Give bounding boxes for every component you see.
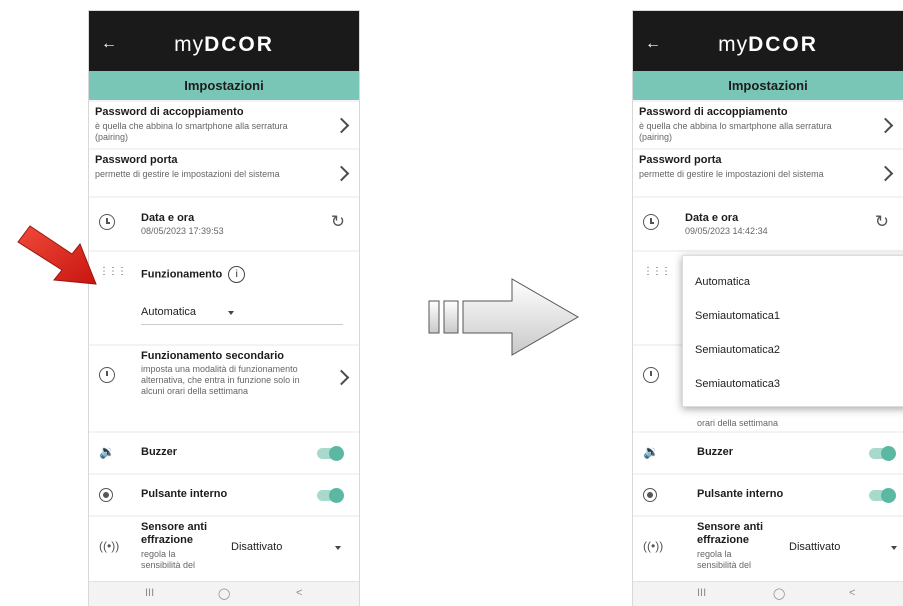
- pairing-password-desc: è quella che abbina lo smartphone alla s…: [95, 121, 288, 142]
- recent-apps-icon[interactable]: III: [145, 587, 154, 599]
- datetime-row: Data e ora 09/05/2023 14:42:34 ↻: [633, 198, 903, 250]
- chevron-right-icon: [877, 165, 894, 182]
- gray-arrow-icon: [428, 278, 580, 356]
- datetime-title: Data e ora: [685, 212, 739, 224]
- internal-button-label: Pulsante interno: [141, 488, 228, 500]
- clock-icon: [99, 214, 121, 236]
- chevron-down-icon: [891, 546, 897, 550]
- buzzer-row: 🔉 Buzzer: [633, 433, 903, 473]
- buzzer-toggle[interactable]: [317, 446, 344, 461]
- door-password-desc: permette di gestire le impostazioni del …: [95, 169, 280, 179]
- dropdown-option[interactable]: Semiautomatica3: [695, 378, 780, 390]
- home-icon[interactable]: ◯: [218, 587, 230, 600]
- app-bar: ← myDCOR: [89, 11, 359, 71]
- operation-select-value: Automatica: [141, 306, 197, 318]
- refresh-icon[interactable]: ↻: [875, 212, 889, 232]
- sensor-icon: ((•)): [99, 539, 120, 553]
- logo: myDCOR: [174, 33, 274, 56]
- secondary-operation-title: Funzionamento secondario: [141, 350, 285, 362]
- pairing-password-title: Password di accoppiamento: [95, 106, 244, 118]
- tamper-sensor-title: Sensore anti effrazione: [141, 521, 208, 546]
- internal-button-toggle[interactable]: [317, 488, 344, 503]
- internal-button-label: Pulsante interno: [697, 488, 784, 500]
- radio-icon: [99, 488, 121, 510]
- chevron-down-icon: [228, 311, 234, 315]
- door-password-title: Password porta: [639, 154, 722, 166]
- home-icon[interactable]: ◯: [773, 587, 785, 600]
- dropdown-option[interactable]: Semiautomatica1: [695, 310, 780, 322]
- pairing-password-row[interactable]: Password di accoppiamento è quella che a…: [633, 102, 903, 148]
- secondary-operation-desc: imposta una modalità di funzionamento al…: [141, 364, 300, 396]
- clock-icon: [643, 214, 665, 236]
- timer-icon: [99, 364, 121, 386]
- door-password-desc: permette di gestire le impostazioni del …: [639, 169, 824, 179]
- dropdown-option[interactable]: Automatica: [695, 276, 750, 288]
- info-icon[interactable]: i: [228, 266, 246, 283]
- buzzer-label: Buzzer: [141, 446, 178, 458]
- dots-icon: ⋮⋮⋮: [99, 266, 127, 277]
- tamper-sensor-row: ((•)) Sensore anti effrazione regola la …: [89, 517, 359, 583]
- door-password-title: Password porta: [95, 154, 178, 166]
- system-nav-bar: III ◯ <: [633, 581, 903, 606]
- operation-select[interactable]: Automatica: [141, 302, 343, 325]
- door-password-row[interactable]: Password porta permette di gestire le im…: [633, 150, 903, 196]
- internal-button-toggle[interactable]: [869, 488, 896, 503]
- nav-back-icon[interactable]: <: [849, 587, 855, 599]
- chevron-right-icon: [333, 165, 350, 182]
- timer-icon: [643, 364, 665, 386]
- buzzer-row: 🔉 Buzzer: [89, 433, 359, 473]
- system-nav-bar: III ◯ <: [89, 581, 359, 606]
- tamper-sensor-row: ((•)) Sensore anti effrazione regola la …: [633, 517, 903, 583]
- dots-icon: ⋮⋮⋮: [643, 266, 671, 277]
- datetime-value: 09/05/2023 14:42:34: [685, 226, 768, 236]
- page-title: Impostazioni: [633, 71, 903, 100]
- radio-icon: [643, 488, 665, 510]
- red-arrow-icon: [17, 225, 97, 285]
- pairing-password-title: Password di accoppiamento: [639, 106, 788, 118]
- phone-screen-right: ← myDCOR Impostazioni Password di accopp…: [633, 11, 903, 606]
- tamper-sensor-desc: regola la sensibilità del: [697, 549, 752, 570]
- sensor-icon: ((•)): [643, 539, 664, 553]
- datetime-row: Data e ora 08/05/2023 17:39:53 ↻: [89, 198, 359, 250]
- page-title: Impostazioni: [89, 71, 359, 100]
- buzzer-label: Buzzer: [697, 446, 734, 458]
- dropdown-option[interactable]: Semiautomatica2: [695, 344, 780, 356]
- pairing-password-row[interactable]: Password di accoppiamento è quella che a…: [89, 102, 359, 148]
- refresh-icon[interactable]: ↻: [331, 212, 345, 232]
- chevron-right-icon: [877, 117, 894, 134]
- tamper-sensor-desc: regola la sensibilità del: [141, 549, 196, 570]
- pairing-password-desc: è quella che abbina lo smartphone alla s…: [639, 121, 832, 142]
- operation-row: ⋮⋮⋮ Funzionamento i Automatica: [89, 252, 359, 344]
- chevron-down-icon: [335, 546, 341, 550]
- internal-button-row: Pulsante interno: [633, 475, 903, 515]
- tamper-sensor-select[interactable]: Disattivato: [789, 541, 840, 553]
- internal-button-row: Pulsante interno: [89, 475, 359, 515]
- phone-screen-left: ← myDCOR Impostazioni Password di accopp…: [89, 11, 359, 606]
- datetime-title: Data e ora: [141, 212, 195, 224]
- secondary-operation-row[interactable]: Funzionamento secondario imposta una mod…: [89, 346, 359, 431]
- recent-apps-icon[interactable]: III: [697, 587, 706, 599]
- tamper-sensor-select[interactable]: Disattivato: [231, 541, 282, 553]
- operation-title: Funzionamento i: [141, 266, 246, 283]
- chevron-right-icon: [333, 117, 350, 134]
- chevron-right-icon: [333, 369, 350, 386]
- logo: myDCOR: [718, 33, 818, 56]
- speaker-icon: 🔉: [643, 444, 660, 459]
- speaker-icon: 🔉: [99, 444, 116, 459]
- secondary-operation-desc: orari della settimana: [697, 418, 779, 428]
- app-bar: ← myDCOR: [633, 11, 903, 71]
- tamper-sensor-title: Sensore anti effrazione: [697, 521, 764, 546]
- nav-back-icon[interactable]: <: [296, 587, 302, 599]
- datetime-value: 08/05/2023 17:39:53: [141, 226, 224, 236]
- buzzer-toggle[interactable]: [869, 446, 896, 461]
- door-password-row[interactable]: Password porta permette di gestire le im…: [89, 150, 359, 196]
- operation-dropdown-menu: Automatica Semiautomatica1 Semiautomatic…: [682, 255, 903, 407]
